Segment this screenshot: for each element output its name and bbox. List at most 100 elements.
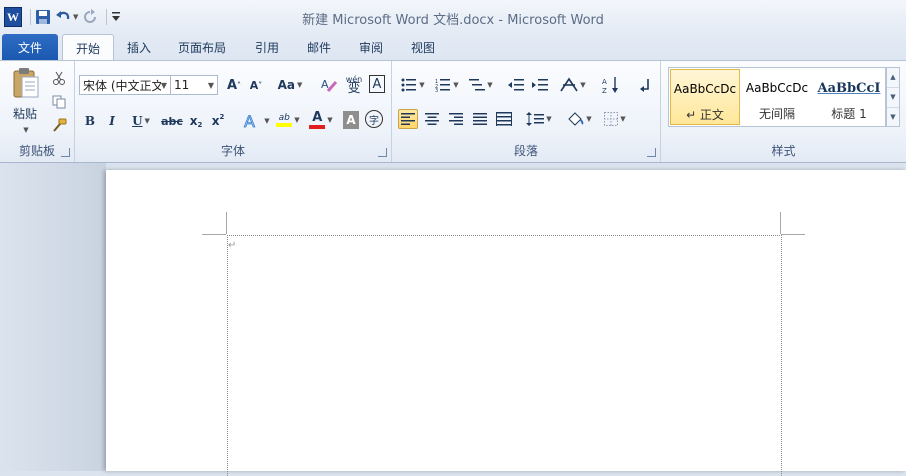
bullets-button[interactable]: ▼: [398, 75, 428, 95]
distributed-button[interactable]: [494, 109, 514, 129]
superscript-button[interactable]: x2: [209, 111, 227, 131]
distributed-icon: [496, 112, 512, 126]
highlight-label: ab: [278, 113, 290, 123]
align-left-button[interactable]: [398, 109, 418, 129]
highlight-color-bar: [276, 123, 293, 127]
line-spacing-button[interactable]: ▼: [524, 109, 554, 129]
crop-mark: [226, 212, 227, 234]
style-normal[interactable]: AaBbCcDc ↵ 正文: [670, 69, 740, 125]
tab-review[interactable]: 审阅: [348, 34, 394, 60]
crop-mark: [781, 234, 805, 235]
format-painter-button[interactable]: [50, 117, 68, 135]
gallery-down-icon[interactable]: ▼: [887, 88, 899, 108]
subscript-button[interactable]: x2: [187, 111, 205, 131]
crop-mark: [202, 234, 226, 235]
increase-indent-icon: [532, 79, 548, 91]
text-effects-icon: A: [244, 112, 256, 130]
tab-page-layout[interactable]: 页面布局: [170, 34, 234, 60]
bold-button[interactable]: B: [81, 111, 99, 131]
tab-view[interactable]: 视图: [400, 34, 446, 60]
paragraph-group: ▼ 1 2 3 ▼ ▼ ▼ A Z ▼ ▼ ▼ 段落: [392, 61, 661, 162]
character-border-label: A: [372, 76, 382, 92]
increase-indent-button[interactable]: [530, 75, 550, 95]
enclose-characters-label: 字: [369, 115, 379, 127]
font-color-label: A: [312, 110, 323, 125]
justify-button[interactable]: [470, 109, 490, 129]
document-area: ↵: [0, 163, 906, 476]
clipboard-group: 粘贴 ▼ 剪贴板: [0, 61, 75, 162]
gallery-more-icon[interactable]: ▼: [887, 108, 899, 127]
gallery-up-icon[interactable]: ▲: [887, 68, 899, 88]
multilevel-list-button[interactable]: ▼: [466, 75, 496, 95]
text-boundary[interactable]: [227, 235, 782, 476]
italic-button[interactable]: I: [103, 111, 121, 131]
highlight-button[interactable]: ab ▼: [273, 109, 303, 131]
align-left-icon: [401, 113, 415, 125]
style-no-spacing[interactable]: AaBbCcDc 无间隔: [742, 69, 812, 125]
borders-button[interactable]: ▼: [600, 109, 630, 129]
style-sample: AaBbCcDc: [745, 81, 809, 95]
svg-text:Z: Z: [602, 87, 607, 94]
document-page[interactable]: ↵: [106, 170, 906, 476]
font-launcher-icon[interactable]: [378, 148, 387, 157]
paint-bucket-icon: [568, 112, 584, 126]
enclose-characters-button[interactable]: 字: [365, 110, 383, 128]
decrease-indent-icon: [508, 79, 524, 91]
multilevel-list-icon: [469, 79, 486, 91]
superscript-label: x: [211, 114, 220, 128]
paragraph-mark-icon: [640, 79, 649, 92]
borders-icon: [604, 112, 619, 126]
font-color-button[interactable]: A ▼: [307, 109, 335, 131]
paste-dropdown-icon[interactable]: ▼: [23, 126, 28, 134]
title-bar: W ▼ 新建 Microsoft Word 文档.docx - Microsof…: [0, 0, 906, 32]
style-heading-1[interactable]: AaBbCcI 标题 1: [814, 69, 884, 125]
grow-font-button[interactable]: A ˄: [225, 75, 243, 95]
copy-button[interactable]: [50, 93, 68, 111]
ribbon: 粘贴 ▼ 剪贴板 宋体 (中文正文) ▼ 11 ▼ A ˄ A ˅ Aa ▼ A…: [0, 60, 906, 163]
numbering-button[interactable]: 1 2 3 ▼: [432, 75, 462, 95]
tab-mailings[interactable]: 邮件: [296, 34, 342, 60]
decrease-indent-button[interactable]: [506, 75, 526, 95]
sort-icon: A Z: [602, 77, 618, 94]
numbering-icon: 1 2 3: [435, 79, 451, 92]
svg-text:A: A: [602, 78, 607, 86]
show-hide-marks-button[interactable]: [636, 75, 654, 95]
underline-button[interactable]: U ▼: [127, 111, 155, 131]
paragraph-launcher-icon[interactable]: [647, 148, 656, 157]
shrink-font-button[interactable]: A ˅: [247, 75, 265, 95]
tab-file[interactable]: 文件: [2, 34, 58, 60]
cut-button[interactable]: [50, 69, 68, 87]
copy-icon: [52, 95, 66, 109]
font-size-select[interactable]: 11 ▼: [170, 75, 218, 95]
font-name-value: 宋体 (中文正文): [83, 78, 161, 93]
chinese-layout-button[interactable]: ▼: [558, 75, 588, 95]
style-name: 标题 1: [831, 107, 867, 121]
align-right-button[interactable]: [446, 109, 466, 129]
tab-insert[interactable]: 插入: [116, 34, 162, 60]
change-case-button[interactable]: Aa ▼: [275, 75, 305, 95]
font-group: 宋体 (中文正文) ▼ 11 ▼ A ˄ A ˅ Aa ▼ A wén 变 A B I: [75, 61, 392, 162]
sort-button[interactable]: A Z: [600, 75, 622, 95]
clipboard-launcher-icon[interactable]: [61, 148, 70, 157]
text-effects-button[interactable]: A ▼: [241, 111, 271, 131]
phonetic-guide-button[interactable]: wén 变: [343, 73, 365, 95]
align-right-icon: [449, 113, 463, 125]
font-name-select[interactable]: 宋体 (中文正文) ▼: [79, 75, 171, 95]
strikethrough-button[interactable]: abc: [161, 111, 183, 131]
align-center-button[interactable]: [422, 109, 442, 129]
left-gutter: [0, 163, 106, 471]
tab-references[interactable]: 引用: [244, 34, 290, 60]
format-painter-icon: [53, 118, 67, 132]
tab-home[interactable]: 开始: [62, 34, 114, 61]
style-name: ↵ 正文: [686, 108, 724, 122]
clear-format-button[interactable]: A: [319, 75, 339, 95]
font-color-bar: [309, 125, 326, 129]
paragraph-mark: ↵: [228, 240, 237, 251]
shading-button[interactable]: ▼: [564, 109, 594, 129]
style-name: 无间隔: [758, 107, 795, 121]
paste-button[interactable]: 粘贴 ▼: [6, 65, 44, 135]
character-border-button[interactable]: A: [369, 75, 385, 93]
ribbon-tab-bar: 文件 开始 插入 页面布局 引用 邮件 审阅 视图: [0, 32, 906, 61]
styles-gallery: AaBbCcDc ↵ 正文 AaBbCcDc 无间隔 AaBbCcI 标题 1: [668, 67, 886, 127]
character-shading-button[interactable]: A: [343, 111, 359, 129]
